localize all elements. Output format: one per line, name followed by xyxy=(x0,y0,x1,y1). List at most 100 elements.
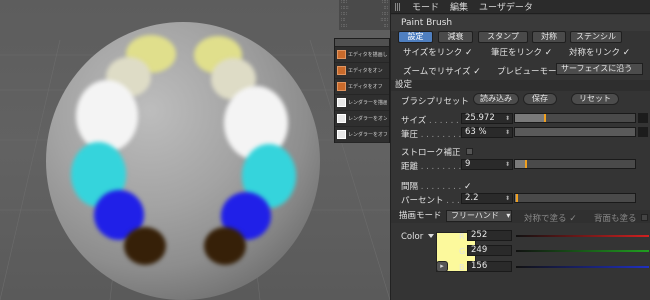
toggle-renderer-off[interactable]: レンダラーをオフ xyxy=(335,127,389,143)
stroke-correction-label: ストローク補正 xyxy=(401,148,461,158)
slider-end-cap xyxy=(638,127,648,137)
preview-mode-dropdown[interactable]: サーフェイスに沿う xyxy=(556,63,643,75)
red-slider[interactable] xyxy=(516,235,649,237)
link-symmetry-option[interactable]: 対称をリンク ✓ xyxy=(569,46,630,58)
link-pressure-option[interactable]: 筆圧をリンク ✓ xyxy=(491,46,552,58)
size-input[interactable]: 25.972 ⬍ xyxy=(461,113,513,124)
distance-slider[interactable] xyxy=(514,159,636,169)
green-input[interactable]: 249 xyxy=(467,245,512,256)
menu-userdata[interactable]: ユーザデータ xyxy=(479,0,533,13)
red-input[interactable]: 252 xyxy=(467,230,512,241)
green-slider[interactable] xyxy=(516,250,649,252)
percent-value: 2.2 xyxy=(465,193,479,203)
panel-titlebar[interactable] xyxy=(335,39,389,47)
sphere-object[interactable] xyxy=(46,22,320,300)
save-button[interactable]: 保存 xyxy=(523,93,557,105)
preview-mode-label: プレビューモード xyxy=(497,67,566,77)
backface-checkbox[interactable] xyxy=(641,214,649,221)
spinner-icon[interactable]: ⬍ xyxy=(505,194,510,203)
pressure-input[interactable]: 63 % ⬍ xyxy=(461,127,513,138)
menu-mode[interactable]: モード xyxy=(412,0,439,13)
slider-end-cap xyxy=(638,113,648,123)
link-symmetry-checkbox[interactable]: ✓ xyxy=(623,48,631,58)
symmetric-paint-option[interactable]: 対称で塗る ✓ xyxy=(524,212,577,224)
percent-input[interactable]: 2.2 ⬍ xyxy=(461,193,513,204)
editor-icon xyxy=(337,66,346,75)
stroke-correction-checkbox[interactable] xyxy=(466,148,474,155)
size-slider[interactable] xyxy=(514,113,636,123)
zoom-resize-option[interactable]: ズームでリサイズ ✓ xyxy=(403,65,481,77)
editor-icon xyxy=(337,82,346,91)
green-value: 249 xyxy=(471,245,488,255)
toggle-editor-hidden[interactable]: エディタを描画しない xyxy=(335,47,389,63)
brush-preset-label: ブラシプリセット xyxy=(401,97,469,107)
menu-edit[interactable]: 編集 xyxy=(450,0,468,13)
slider-handle[interactable] xyxy=(516,194,519,202)
size-label: サイズ xyxy=(401,116,427,126)
zoom-resize-label: ズームでリサイズ xyxy=(403,67,471,77)
toggle-editor-off[interactable]: エディタをオフ xyxy=(335,79,389,95)
tab-falloff[interactable]: 減衰 xyxy=(438,31,473,43)
link-size-option[interactable]: サイズをリンク ✓ xyxy=(403,46,473,58)
load-button[interactable]: 読み込み xyxy=(473,93,519,105)
toggle-editor-on[interactable]: エディタをオン xyxy=(335,63,389,79)
paint-stroke xyxy=(204,227,246,265)
color-label: Color xyxy=(401,232,424,242)
expand-triangle-icon[interactable] xyxy=(428,234,434,238)
link-size-checkbox[interactable]: ✓ xyxy=(465,48,473,58)
distance-value: 9 xyxy=(465,159,471,169)
pressure-label: 筆圧 xyxy=(401,130,419,140)
spinner-icon[interactable]: ⬍ xyxy=(505,114,510,123)
tab-stencil[interactable]: ステンシル xyxy=(570,31,622,43)
attribute-panel: モード 編集 ユーザデータ Paint Brush 設定 減衰 スタンプ 対称 … xyxy=(390,0,650,300)
paint-stroke xyxy=(76,80,138,152)
spinner-icon[interactable]: ⬍ xyxy=(505,160,510,169)
renderer-icon xyxy=(337,114,346,123)
toggle-renderer-hidden[interactable]: レンダラーを描画しない xyxy=(335,95,389,111)
blue-value: 156 xyxy=(471,261,488,271)
paint-stroke xyxy=(124,227,166,265)
pressure-value: 63 % xyxy=(465,127,487,137)
symmetric-paint-checkbox[interactable]: ✓ xyxy=(569,214,577,224)
toggle-label: レンダラーをオフ xyxy=(348,132,387,138)
red-label: R xyxy=(459,232,465,241)
toggle-renderer-on[interactable]: レンダラーをオン xyxy=(335,111,389,127)
renderer-icon xyxy=(337,98,346,107)
tab-stamp[interactable]: スタンプ xyxy=(478,31,528,43)
slider-handle[interactable] xyxy=(524,160,527,168)
interval-checkbox[interactable]: ✓ xyxy=(464,182,472,192)
interval-row[interactable]: 間隔 . . . . . . . . ✓ xyxy=(401,180,472,192)
grip-icon[interactable] xyxy=(395,2,401,11)
pressure-slider[interactable] xyxy=(514,127,636,137)
viewport-info-overlay: :::::::: :::::::: :::::::: :::::::: ::::… xyxy=(339,0,390,30)
reset-button[interactable]: リセット xyxy=(571,93,619,105)
spinner-icon[interactable]: ⬍ xyxy=(505,128,510,137)
blue-slider[interactable] xyxy=(516,266,649,268)
stroke-correction-row[interactable]: ストローク補正 xyxy=(401,146,474,158)
link-size-label: サイズをリンク xyxy=(403,48,463,58)
link-pressure-checkbox[interactable]: ✓ xyxy=(545,48,553,58)
chevron-down-icon: ▾ xyxy=(506,211,511,220)
slider-fill xyxy=(515,114,545,122)
tab-settings[interactable]: 設定 xyxy=(398,31,433,43)
blue-input[interactable]: 156 xyxy=(467,261,512,272)
slider-handle[interactable] xyxy=(544,114,546,122)
distance-input[interactable]: 9 ⬍ xyxy=(461,159,513,170)
link-symmetry-label: 対称をリンク xyxy=(569,48,621,58)
display-toggle-panel: エディタを描画しない エディタをオン エディタをオフ レンダラーを描画しない レ… xyxy=(334,38,390,143)
viewport[interactable]: :::::::: :::::::: :::::::: :::::::: ::::… xyxy=(0,0,390,300)
tab-symmetry[interactable]: 対称 xyxy=(532,31,566,43)
paint-mode-label: 描画モード xyxy=(399,211,442,221)
red-value: 252 xyxy=(471,230,488,240)
zoom-resize-checkbox[interactable]: ✓ xyxy=(473,67,481,77)
renderer-icon xyxy=(337,130,346,139)
section-settings[interactable]: 設定 xyxy=(391,80,650,91)
size-value: 25.972 xyxy=(465,113,495,123)
paint-mode-dropdown[interactable]: フリーハンド ▾ xyxy=(446,210,512,222)
backface-paint-option[interactable]: 背面も塗る xyxy=(594,212,649,224)
toggle-label: レンダラーを描画しない xyxy=(348,100,387,106)
panel-menubar: モード 編集 ユーザデータ xyxy=(391,0,650,14)
percent-slider[interactable] xyxy=(514,193,636,203)
tool-header: Paint Brush xyxy=(391,15,650,31)
color-mode-button[interactable]: ▸ xyxy=(436,261,448,272)
